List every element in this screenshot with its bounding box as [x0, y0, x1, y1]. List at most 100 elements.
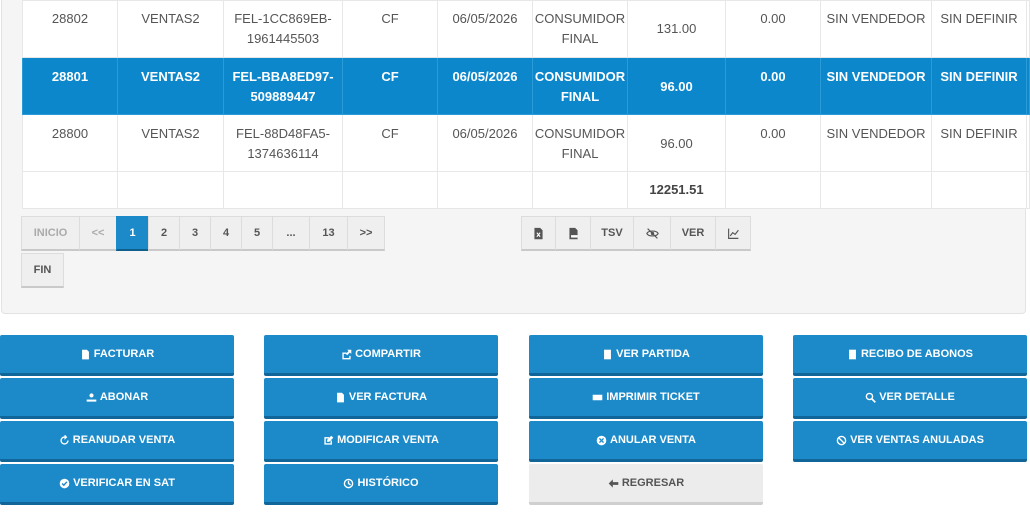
cell-date: 06/05/2026 — [437, 114, 533, 172]
cell-total: 131.00 — [627, 0, 726, 58]
customer-line1: CONSUMIDOR — [534, 126, 626, 141]
historico-button[interactable]: HISTÓRICO — [264, 464, 498, 505]
table-row[interactable]: 28800 VENTAS2 FEL-88D48FA5- 1374636114 CF… — [22, 114, 1030, 172]
cell-document: FEL-88D48FA5- 1374636114 — [223, 114, 343, 172]
cell-customer: CONSUMIDOR FINAL — [532, 0, 628, 58]
page-13-button[interactable]: 13 — [309, 216, 348, 251]
cell-document: FEL-BBA8ED97- 509889447 — [223, 57, 343, 115]
receipt-icon — [849, 349, 856, 359]
export-excel-button[interactable] — [521, 216, 556, 251]
imprimir-ticket-label: IMPRIMIR TICKET — [606, 391, 700, 403]
line-chart-icon — [727, 228, 739, 239]
recibo-abonos-button[interactable]: RECIBO DE ABONOS — [793, 335, 1027, 376]
chart-button[interactable] — [715, 216, 751, 251]
modificar-venta-button[interactable]: MODIFICAR VENTA — [264, 421, 498, 462]
cell-status: SIN DEFINIR — [931, 0, 1027, 58]
share-icon — [342, 349, 352, 359]
file-pdf-icon — [568, 227, 578, 239]
page-2-button[interactable]: 2 — [148, 216, 180, 251]
doc-line1: FEL-1CC869EB- — [234, 11, 332, 26]
cell-status: SIN DEFINIR — [931, 114, 1027, 172]
cell-balance: 0.00 — [725, 57, 821, 115]
facturar-button[interactable]: FACTURAR — [0, 335, 234, 376]
cell-seller: SIN VENDEDOR — [820, 114, 932, 172]
ver-factura-button[interactable]: VER FACTURA — [264, 378, 498, 419]
sales-table: 28802 VENTAS2 FEL-1CC869EB- 1961445503 CF… — [22, 0, 1030, 209]
cell-seller: SIN VENDEDOR — [820, 57, 932, 115]
file-invoice-icon — [336, 392, 344, 402]
ver-partida-label: VER PARTIDA — [616, 348, 690, 360]
ver-factura-label: VER FACTURA — [348, 391, 428, 403]
cell-edge — [1026, 57, 1030, 115]
cell-nit: CF — [342, 0, 438, 58]
modificar-venta-label: MODIFICAR VENTA — [337, 434, 439, 446]
arrow-left-icon — [608, 478, 619, 488]
customer-line1: CONSUMIDOR — [534, 11, 626, 26]
ver-partida-button[interactable]: VER PARTIDA — [529, 335, 763, 376]
eye-slash-icon — [645, 227, 659, 239]
hand-holding-icon — [86, 392, 97, 402]
cell-total: 96.00 — [627, 57, 726, 115]
ver-ventas-anuladas-button[interactable]: VER VENTAS ANULADAS — [793, 421, 1027, 462]
view-button[interactable]: VER — [670, 216, 716, 251]
table-row[interactable]: 28802 VENTAS2 FEL-1CC869EB- 1961445503 CF… — [22, 0, 1030, 58]
reanudar-venta-label: REANUDAR VENTA — [72, 434, 176, 446]
page-4-button[interactable]: 4 — [210, 216, 242, 251]
page-last-button[interactable]: FIN — [21, 253, 64, 288]
recibo-abonos-label: RECIBO DE ABONOS — [860, 348, 974, 360]
cell-id: 28800 — [22, 114, 118, 172]
ticket-icon — [592, 394, 603, 400]
ban-icon — [836, 435, 847, 445]
doc-line1: FEL-88D48FA5- — [236, 126, 330, 141]
export-tsv-button[interactable]: TSV — [590, 216, 634, 251]
page-first-button[interactable]: INICIO — [21, 216, 80, 251]
page-3-button[interactable]: 3 — [179, 216, 211, 251]
book-icon — [604, 349, 612, 359]
compartir-button[interactable]: COMPARTIR — [264, 335, 498, 376]
file-text-icon — [81, 349, 89, 359]
page-5-button[interactable]: 5 — [241, 216, 273, 251]
customer-line2: FINAL — [561, 146, 599, 161]
customer-line2: FINAL — [560, 89, 600, 104]
cell-date: 06/05/2026 — [437, 0, 533, 58]
cell-balance: 0.00 — [725, 114, 821, 172]
regresar-button[interactable]: REGRESAR — [529, 464, 763, 505]
customer-line2: FINAL — [561, 31, 599, 46]
cell-customer: CONSUMIDOR FINAL — [532, 114, 628, 172]
ver-ventas-anuladas-label: VER VENTAS ANULADAS — [850, 434, 984, 446]
verificar-sat-button[interactable]: VERIFICAR EN SAT — [0, 464, 234, 505]
ver-detalle-label: VER DETALLE — [879, 391, 955, 403]
times-circle-icon — [596, 435, 607, 445]
doc-line2: 1961445503 — [246, 31, 320, 46]
page-next-button[interactable]: >> — [347, 216, 385, 251]
table-row-selected[interactable]: 28801 VENTAS2 FEL-BBA8ED97- 509889447 CF … — [22, 57, 1030, 115]
abonar-button[interactable]: ABONAR — [0, 378, 234, 419]
totals-row: 12251.51 — [22, 171, 1030, 209]
toggle-columns-button[interactable] — [633, 216, 671, 251]
file-excel-icon — [534, 227, 543, 239]
page-prev-button[interactable]: << — [79, 216, 117, 251]
cell-date: 06/05/2026 — [437, 57, 533, 115]
customer-line1: CONSUMIDOR — [534, 69, 626, 84]
redo-icon — [60, 434, 69, 445]
reanudar-venta-button[interactable]: REANUDAR VENTA — [0, 421, 234, 462]
grand-total: 12251.51 — [627, 171, 726, 209]
anular-venta-label: ANULAR VENTA — [610, 434, 696, 446]
edit-icon — [324, 435, 334, 445]
page-ellipsis: ... — [272, 216, 310, 251]
page-1-button[interactable]: 1 — [116, 216, 149, 251]
cell-status: SIN DEFINIR — [931, 57, 1027, 115]
search-icon — [865, 392, 877, 403]
historico-label: HISTÓRICO — [357, 477, 419, 489]
cell-edge — [1026, 114, 1030, 172]
pagination: INICIO << 1 2 3 4 5 ... 13 >> — [21, 216, 385, 251]
cell-serie: VENTAS2 — [117, 0, 224, 58]
verificar-sat-label: VERIFICAR EN SAT — [73, 477, 175, 489]
anular-venta-button[interactable]: ANULAR VENTA — [529, 421, 763, 462]
ver-detalle-button[interactable]: VER DETALLE — [793, 378, 1027, 419]
export-toolbar: TSV VER — [521, 216, 751, 251]
doc-line2: 509889447 — [250, 89, 316, 104]
doc-line1: FEL-BBA8ED97- — [232, 69, 334, 84]
export-pdf-button[interactable] — [555, 216, 591, 251]
imprimir-ticket-button[interactable]: IMPRIMIR TICKET — [529, 378, 763, 419]
